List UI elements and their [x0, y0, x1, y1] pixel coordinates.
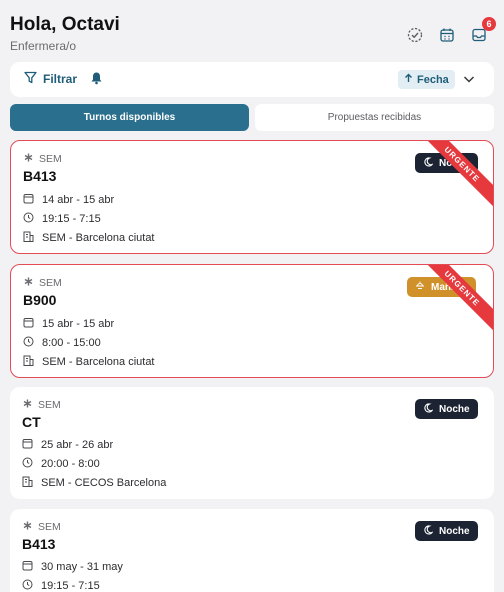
bell-icon[interactable]: [90, 71, 103, 90]
filter-bar: Filtrar Fecha: [10, 62, 494, 97]
shift-badge-night: Noche: [415, 399, 478, 419]
date-range: 25 abr - 26 abr: [41, 439, 114, 451]
notification-badge: 6: [482, 17, 496, 31]
date-range: 30 may - 31 may: [41, 561, 123, 573]
building-icon: [23, 355, 34, 369]
building-icon: [22, 476, 33, 490]
shift-badge-night: Noche: [415, 521, 478, 541]
shift-code: B413: [22, 536, 56, 552]
time-range: 8:00 - 15:00: [42, 337, 101, 349]
org-name: SEM: [38, 399, 61, 411]
time-range: 19:15 - 7:15: [42, 213, 101, 225]
shift-code: CT: [22, 414, 41, 430]
time-row: 19:15 - 7:15: [22, 579, 100, 592]
app-header: Hola, Octavi Enfermera/o 6: [10, 14, 496, 54]
place-name: SEM - Barcelona ciutat: [42, 356, 155, 368]
clock-icon: [22, 457, 33, 471]
shift-code: B413: [23, 168, 57, 184]
place-row: SEM - Barcelona ciutat: [23, 231, 155, 245]
calendar-icon: [22, 438, 33, 452]
asterisk-icon: [24, 153, 33, 165]
calendar-icon: [23, 193, 34, 207]
urgent-ribbon: URGENTE: [414, 141, 493, 212]
header-actions: 6: [406, 17, 496, 44]
org-name: SEM: [38, 521, 61, 533]
sort-date-chip[interactable]: Fecha: [398, 70, 455, 89]
card-org: SEM: [23, 399, 61, 411]
calendar-icon[interactable]: [438, 26, 456, 44]
filter-label: Filtrar: [43, 72, 78, 86]
filter-icon: [24, 71, 37, 87]
place-name: SEM - CECOS Barcelona: [41, 477, 167, 489]
clock-icon: [22, 579, 33, 592]
shift-code: B900: [23, 292, 57, 308]
urgent-ribbon: URGENTE: [414, 265, 493, 336]
date-row: 14 abr - 15 abr: [23, 193, 114, 207]
sort-label: Fecha: [417, 73, 449, 86]
calendar-icon: [22, 560, 33, 574]
date-row: 15 abr - 15 abr: [23, 317, 114, 331]
card-org: SEM: [24, 277, 62, 289]
shift-label: Noche: [439, 525, 470, 537]
time-range: 19:15 - 7:15: [41, 580, 100, 592]
sunrise-icon: [415, 281, 425, 294]
shift-card[interactable]: SEM B413 30 may - 31 may 19:15 - 7:15 No…: [10, 509, 494, 592]
filter-button[interactable]: Filtrar: [24, 71, 77, 87]
card-org: SEM: [23, 521, 61, 533]
org-name: SEM: [39, 277, 62, 289]
time-row: 8:00 - 15:00: [23, 336, 101, 350]
tab-available-shifts[interactable]: Turnos disponibles: [10, 104, 249, 131]
check-circle-icon[interactable]: [406, 26, 424, 44]
chevron-down-icon[interactable]: [462, 72, 476, 91]
date-range: 14 abr - 15 abr: [42, 194, 115, 206]
clock-icon: [23, 336, 34, 350]
place-name: SEM - Barcelona ciutat: [42, 232, 155, 244]
asterisk-icon: [23, 399, 32, 411]
asterisk-icon: [24, 277, 33, 289]
date-row: 30 may - 31 may: [22, 560, 123, 574]
clock-icon: [23, 212, 34, 226]
calendar-icon: [23, 317, 34, 331]
card-org: SEM: [24, 153, 62, 165]
moon-icon: [423, 524, 434, 538]
time-row: 20:00 - 8:00: [22, 457, 100, 471]
arrow-up-icon: [404, 73, 413, 86]
place-row: SEM - Barcelona ciutat: [23, 355, 155, 369]
shift-card[interactable]: SEM B413 14 abr - 15 abr 19:15 - 7:15 SE…: [10, 140, 494, 254]
tab-bar: Turnos disponibles Propuestas recibidas: [10, 104, 494, 131]
date-row: 25 abr - 26 abr: [22, 438, 113, 452]
time-range: 20:00 - 8:00: [41, 458, 100, 470]
moon-icon: [423, 402, 434, 416]
date-range: 15 abr - 15 abr: [42, 318, 115, 330]
place-row: SEM - CECOS Barcelona: [22, 476, 166, 490]
tab-received-proposals[interactable]: Propuestas recibidas: [255, 104, 494, 131]
time-row: 19:15 - 7:15: [23, 212, 101, 226]
moon-icon: [423, 156, 434, 170]
inbox-icon[interactable]: 6: [470, 17, 496, 44]
building-icon: [23, 231, 34, 245]
shift-card[interactable]: SEM B900 15 abr - 15 abr 8:00 - 15:00 SE…: [10, 264, 494, 378]
asterisk-icon: [23, 521, 32, 533]
shift-card[interactable]: SEM CT 25 abr - 26 abr 20:00 - 8:00 SEM …: [10, 387, 494, 499]
org-name: SEM: [39, 153, 62, 165]
shift-label: Noche: [439, 403, 470, 415]
